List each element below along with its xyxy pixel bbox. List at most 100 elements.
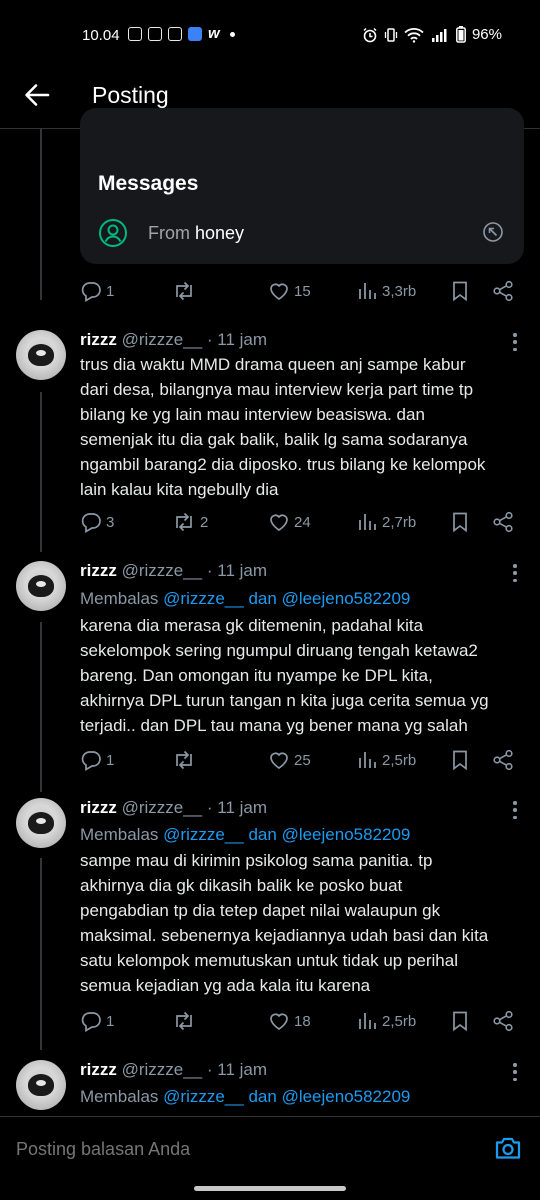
author-name: rizzz — [80, 561, 117, 580]
mention-link[interactable]: @rizzze__ — [163, 589, 244, 608]
tweet-meta: rizzz @rizzze__ · 11 jam — [80, 330, 267, 350]
repost-icon — [176, 281, 192, 301]
tweet-line: ngambil barang2 dia diposko. trus bilang… — [80, 455, 486, 474]
thread-line — [40, 129, 42, 300]
notification-icons: w — [128, 25, 235, 42]
card-from-label: From — [148, 222, 190, 243]
reply-button[interactable]: 1 — [80, 280, 114, 302]
signal-icon — [431, 28, 447, 42]
speech-bubble-icon — [81, 513, 101, 533]
status-time: 10.04 — [82, 27, 120, 44]
views-button[interactable]: 3,3rb — [358, 280, 416, 302]
views-button[interactable]: 2,5rb — [358, 1010, 416, 1032]
tweet-line: trus dia waktu MMD drama queen anj sampe… — [80, 355, 466, 374]
reply-count: 3 — [106, 513, 115, 531]
status-bar: 10.04 w 96% — [0, 0, 540, 72]
bar-chart-icon — [359, 283, 376, 299]
more-options-icon[interactable] — [512, 333, 518, 351]
avatar[interactable] — [16, 330, 66, 380]
heart-icon — [270, 1013, 288, 1031]
author-name: rizzz — [80, 330, 117, 349]
repost-button[interactable] — [172, 1010, 200, 1032]
share-button[interactable] — [492, 1010, 514, 1032]
heart-icon — [270, 752, 288, 770]
bar-chart-icon — [359, 514, 376, 530]
speech-bubble-icon — [81, 751, 101, 771]
avatar[interactable] — [16, 798, 66, 848]
notification-app-icon — [188, 27, 202, 41]
like-button[interactable]: 15 — [268, 280, 311, 302]
battery-icon — [456, 26, 466, 43]
reply-count: 1 — [106, 282, 115, 300]
speech-bubble-icon — [81, 282, 101, 302]
card-title: Messages — [98, 172, 199, 195]
tweet-line: pengabdian tp dia tetep dapet nilai wala… — [80, 901, 441, 920]
mention-link[interactable]: @leejeno582209 — [282, 589, 411, 608]
messages-card[interactable]: Messages From honey — [80, 108, 524, 264]
repost-button[interactable] — [172, 280, 200, 302]
author-handle: @rizzze__ · 11 jam — [121, 798, 268, 817]
author-handle: @rizzze__ · 11 jam — [121, 561, 268, 580]
tweet-meta: rizzz @rizzze__ · 11 jam — [80, 798, 267, 818]
repost-button[interactable]: 2 — [172, 511, 208, 533]
like-button[interactable]: 18 — [268, 1010, 311, 1032]
camera-icon[interactable] — [494, 1135, 522, 1161]
share-button[interactable] — [492, 749, 514, 771]
repost-icon — [176, 512, 192, 532]
heart-icon — [270, 514, 288, 532]
reply-context: Membalas @rizzze__ dan @leejeno582209 — [80, 825, 410, 845]
open-external-icon[interactable] — [482, 221, 504, 243]
views-count: 2,7rb — [382, 513, 417, 531]
share-icon — [493, 1010, 513, 1032]
bar-chart-icon — [359, 1013, 376, 1029]
repost-count: 2 — [200, 513, 209, 531]
reply-input[interactable] — [16, 1139, 456, 1160]
tweet-line: sampe mau di kirimin psikolog sama panit… — [80, 851, 433, 870]
bookmark-button[interactable] — [450, 280, 470, 302]
views-count: 2,5rb — [382, 1012, 417, 1030]
reply-button[interactable]: 1 — [80, 749, 114, 771]
heart-icon — [270, 283, 288, 301]
share-button[interactable] — [492, 511, 514, 533]
w-app-icon: w — [208, 25, 220, 42]
tweet-line: semenjak itu dia gak balik, balik lg sam… — [80, 430, 468, 449]
mention-link[interactable]: @rizzze__ — [163, 825, 244, 844]
like-button[interactable]: 25 — [268, 749, 311, 771]
tweet-line: akhirnya DPL turun tangan n kita juga ce… — [80, 691, 489, 710]
tweet-actions: 1 25 2,5rb — [80, 749, 520, 775]
more-notifications-dot — [229, 31, 235, 37]
tweet-text: sampe mau di kirimin psikolog sama panit… — [80, 848, 520, 998]
reply-button[interactable]: 1 — [80, 1010, 114, 1032]
card-from-name: honey — [195, 222, 245, 243]
wifi-icon — [404, 27, 424, 43]
avatar[interactable] — [16, 1060, 66, 1110]
more-options-icon[interactable] — [512, 564, 518, 582]
avatar[interactable] — [16, 561, 66, 611]
speech-bubble-icon — [81, 1012, 101, 1032]
more-options-icon[interactable] — [512, 801, 518, 819]
bookmark-button[interactable] — [450, 1010, 470, 1032]
views-button[interactable]: 2,5rb — [358, 749, 416, 771]
share-icon — [493, 511, 513, 533]
vibrate-icon — [384, 27, 398, 42]
tweet-text: karena dia merasa gk ditemenin, padahal … — [80, 613, 520, 738]
bookmark-button[interactable] — [450, 511, 470, 533]
mention-link[interactable]: @leejeno582209 — [282, 825, 411, 844]
share-button[interactable] — [492, 280, 514, 302]
tweet-meta: rizzz @rizzze__ · 11 jam — [80, 561, 267, 581]
notification-app-icon — [148, 27, 162, 41]
mention-link[interactable]: @leejeno582209 — [282, 1087, 411, 1106]
reply-count: 1 — [106, 751, 115, 769]
like-button[interactable]: 24 — [268, 511, 311, 533]
reply-prefix: Membalas — [80, 589, 159, 608]
reply-button[interactable]: 3 — [80, 511, 114, 533]
repost-button[interactable] — [172, 749, 200, 771]
more-options-icon[interactable] — [512, 1063, 518, 1081]
bookmark-icon — [453, 281, 467, 302]
bookmark-button[interactable] — [450, 749, 470, 771]
like-count: 18 — [294, 1012, 311, 1030]
views-button[interactable]: 2,7rb — [358, 511, 416, 533]
views-count: 3,3rb — [382, 282, 417, 300]
mention-link[interactable]: @rizzze__ — [163, 1087, 244, 1106]
arrow-left-icon[interactable] — [24, 82, 50, 108]
